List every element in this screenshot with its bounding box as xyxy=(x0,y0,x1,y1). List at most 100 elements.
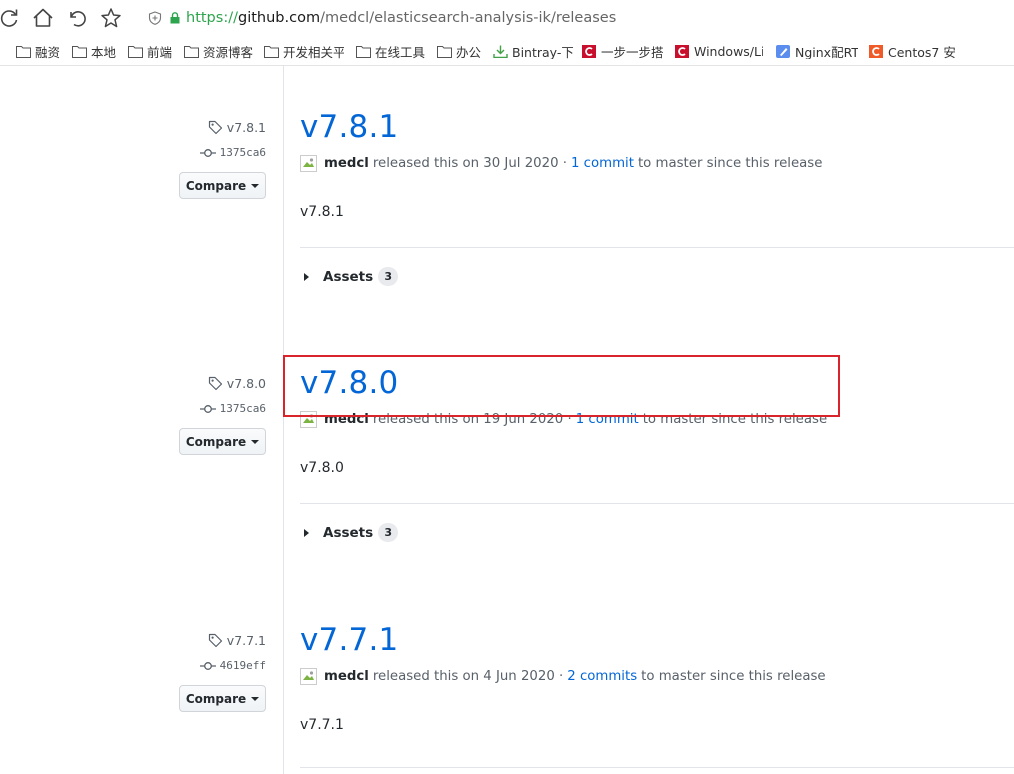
avatar[interactable] xyxy=(300,411,317,428)
release-tag[interactable]: v7.7.1 xyxy=(208,633,266,648)
bookmarks-bar: ≡ 融资 本地 前端 资源博客 开发相关平 在线工具 办公 Bintray-下 … xyxy=(0,36,1014,66)
bookmark-label: 前端 xyxy=(147,44,173,60)
compare-label: Compare xyxy=(185,178,247,193)
bookmark-label: Windows/Li xyxy=(694,43,763,59)
bookmark-item[interactable]: 开发相关平 xyxy=(264,43,344,59)
release-meta: v7.7.1 4619eff Compare xyxy=(126,633,266,723)
release-divider xyxy=(300,503,1014,504)
bookmark-item[interactable]: Nginx配RT xyxy=(776,43,858,59)
reload-icon[interactable] xyxy=(0,6,21,30)
broken-image-icon xyxy=(303,671,314,680)
tag-label: v7.8.1 xyxy=(226,120,266,135)
released-text: released this on 4 Jun 2020 · xyxy=(372,669,564,684)
folder-icon xyxy=(72,45,87,58)
star-icon[interactable] xyxy=(99,6,123,30)
release-title[interactable]: v7.8.0 xyxy=(300,365,398,401)
release-author[interactable]: medcl xyxy=(324,412,369,427)
commits-link[interactable]: 2 commits xyxy=(567,669,637,684)
release-divider xyxy=(300,767,1014,768)
bookmark-item[interactable]: 本地 xyxy=(72,43,124,59)
release-commit[interactable]: 1375ca6 xyxy=(199,402,266,415)
bookmark-label: 融资 xyxy=(35,44,61,60)
url-host: github.com xyxy=(237,10,321,26)
pencil-icon xyxy=(776,44,790,58)
commits-suffix: to master since this release xyxy=(637,156,823,171)
bookmark-item[interactable]: 在线工具 xyxy=(356,43,432,59)
undo-icon[interactable] xyxy=(65,6,89,30)
compare-button[interactable]: Compare xyxy=(179,685,266,712)
csdn-icon xyxy=(675,44,689,58)
release-meta: v7.8.0 1375ca6 Compare xyxy=(126,376,266,466)
timeline-divider xyxy=(283,66,284,774)
release-meta: v7.8.1 1375ca6 Compare xyxy=(126,120,266,210)
folder-icon xyxy=(184,45,199,58)
release-commit[interactable]: 4619eff xyxy=(199,659,266,672)
bookmark-label: 开发相关平 xyxy=(283,44,344,60)
release-divider xyxy=(300,247,1014,248)
assets-toggle[interactable]: Assets 3 xyxy=(304,267,399,286)
caret-down-icon xyxy=(251,439,260,444)
tag-icon xyxy=(208,120,222,135)
commit-icon xyxy=(199,404,216,413)
release-author[interactable]: medcl xyxy=(324,669,369,684)
release-tag[interactable]: v7.8.1 xyxy=(208,120,266,135)
commit-sha: 1375ca6 xyxy=(219,402,266,415)
folder-icon xyxy=(16,45,31,58)
compare-button[interactable]: Compare xyxy=(179,428,266,455)
release-byline: medcl released this on 4 Jun 2020 · 2 co… xyxy=(300,668,826,685)
compare-button[interactable]: Compare xyxy=(179,172,266,199)
assets-count-badge: 3 xyxy=(378,523,399,542)
broken-image-icon xyxy=(303,414,314,423)
tag-icon xyxy=(208,376,222,391)
bookmark-label: 一步一步搭 xyxy=(601,44,664,60)
bookmark-label: 资源博客 xyxy=(203,44,254,60)
released-text: released this on 19 Jun 2020 · xyxy=(372,412,572,427)
assets-toggle[interactable]: Assets 3 xyxy=(304,523,399,542)
release-body: v7.8.1 xyxy=(300,204,344,220)
url-scheme: https:// xyxy=(186,10,238,26)
tag-label: v7.7.1 xyxy=(226,633,266,648)
release-byline: medcl released this on 19 Jun 2020 · 1 c… xyxy=(300,411,827,428)
release-body: v7.7.1 xyxy=(300,717,344,733)
released-text: released this on 30 Jul 2020 · xyxy=(372,156,567,171)
compare-label: Compare xyxy=(185,434,247,449)
bookmark-item[interactable]: Windows/Li xyxy=(675,43,763,59)
bookmark-item[interactable]: 办公 xyxy=(437,43,487,59)
release-title[interactable]: v7.7.1 xyxy=(300,622,398,658)
bookmark-item[interactable]: 资源博客 xyxy=(184,43,260,59)
bookmark-label: 办公 xyxy=(456,44,482,60)
disclosure-triangle-icon xyxy=(304,528,309,537)
avatar[interactable] xyxy=(300,668,317,685)
tag-icon xyxy=(208,633,222,648)
release-commit[interactable]: 1375ca6 xyxy=(199,146,266,159)
bookmark-item[interactable]: 融资 xyxy=(16,43,68,59)
folder-icon xyxy=(437,45,452,58)
bookmark-item[interactable]: 前端 xyxy=(128,43,180,59)
commit-sha: 1375ca6 xyxy=(219,146,266,159)
commits-link[interactable]: 1 commit xyxy=(576,412,639,427)
release-body: v7.8.0 xyxy=(300,460,344,476)
folder-icon xyxy=(264,45,279,58)
avatar[interactable] xyxy=(300,155,317,172)
bookmark-item[interactable]: 一步一步搭 xyxy=(582,43,664,59)
assets-count-badge: 3 xyxy=(378,267,399,286)
csdn-orange-icon xyxy=(869,44,883,58)
bookmark-label: 本地 xyxy=(91,44,117,60)
bookmark-item[interactable]: Centos7 安 xyxy=(869,43,955,59)
bookmark-label: 在线工具 xyxy=(375,44,426,60)
release-tag[interactable]: v7.8.0 xyxy=(208,376,266,391)
release-title[interactable]: v7.8.1 xyxy=(300,109,398,145)
commits-suffix: to master since this release xyxy=(641,669,826,684)
bookmark-label: Bintray-下 xyxy=(512,44,573,60)
assets-label: Assets xyxy=(323,524,374,541)
browser-toolbar: https://github.com/medcl/elasticsearch-a… xyxy=(0,0,1014,36)
commit-icon xyxy=(199,148,216,157)
assets-label: Assets xyxy=(323,268,374,285)
release-author[interactable]: medcl xyxy=(324,156,369,171)
lock-icon xyxy=(170,12,180,24)
bookmark-item[interactable]: Bintray-下 xyxy=(493,43,573,59)
address-bar[interactable]: https://github.com/medcl/elasticsearch-a… xyxy=(140,5,1014,31)
shield-icon xyxy=(148,11,162,25)
home-icon[interactable] xyxy=(31,6,55,30)
commits-link[interactable]: 1 commit xyxy=(571,156,634,171)
